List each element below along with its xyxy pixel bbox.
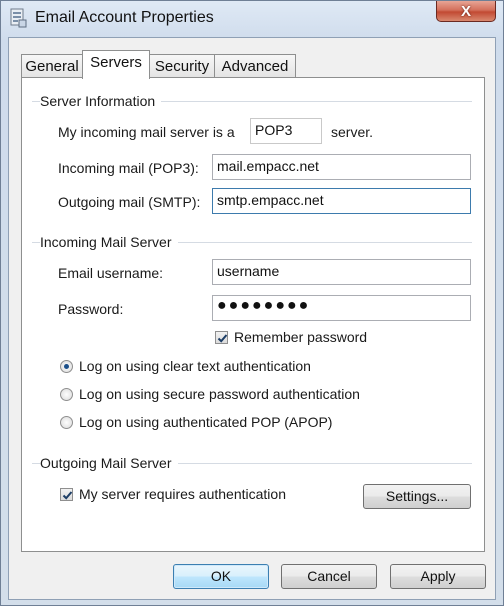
title-bar[interactable]: Email Account Properties X (1, 1, 503, 37)
incoming-server-type-field: POP3 (250, 118, 322, 144)
remember-password-checkbox[interactable] (215, 331, 228, 344)
incoming-server-type-suffix: server. (331, 124, 374, 140)
outgoing-mail-server-input[interactable]: smtp.empacc.net (212, 188, 471, 214)
tab-general[interactable]: General (21, 54, 83, 78)
settings-button[interactable]: Settings... (363, 484, 471, 509)
apop-auth-radio[interactable] (60, 416, 73, 429)
tab-advanced[interactable]: Advanced (214, 54, 296, 78)
secure-password-auth-label: Log on using secure password authenticat… (79, 386, 360, 402)
incoming-mail-server-heading: Incoming Mail Server (40, 234, 178, 250)
clear-text-auth-label: Log on using clear text authentication (79, 358, 311, 374)
server-information-heading: Server Information (40, 93, 162, 109)
outgoing-mail-server-heading: Outgoing Mail Server (40, 455, 178, 471)
close-button[interactable]: X (436, 1, 496, 22)
incoming-mail-label: Incoming mail (POP3): (58, 160, 199, 176)
apply-button[interactable]: Apply (390, 564, 486, 589)
remember-password-label: Remember password (234, 329, 368, 345)
requires-authentication-label: My server requires authentication (79, 486, 286, 502)
password-label: Password: (58, 301, 124, 317)
dialog-client-area: General Servers Security Advanced Server… (8, 37, 496, 600)
incoming-mail-server-input[interactable]: mail.empacc.net (212, 154, 471, 180)
incoming-server-type-label: My incoming mail server is a (58, 124, 235, 140)
email-account-properties-window: Email Account Properties X General Serve… (0, 0, 504, 606)
servers-tab-panel: Server Information My incoming mail serv… (21, 77, 485, 552)
account-properties-icon (9, 8, 27, 28)
email-username-input[interactable]: username (212, 259, 471, 285)
requires-authentication-checkbox[interactable] (60, 488, 73, 501)
checkmark-icon (217, 334, 228, 343)
tab-security[interactable]: Security (149, 54, 215, 78)
ok-button[interactable]: OK (173, 564, 269, 589)
clear-text-auth-radio[interactable] (60, 360, 73, 373)
checkmark-icon (62, 491, 73, 500)
apop-auth-label: Log on using authenticated POP (APOP) (79, 414, 333, 430)
cancel-button[interactable]: Cancel (281, 564, 377, 589)
close-icon: X (460, 2, 471, 20)
password-input[interactable]: ●●●●●●●● (212, 295, 471, 321)
window-title: Email Account Properties (35, 9, 214, 26)
email-username-label: Email username: (58, 265, 164, 281)
outgoing-mail-label: Outgoing mail (SMTP): (58, 194, 201, 210)
tab-servers[interactable]: Servers (82, 50, 150, 79)
secure-password-auth-radio[interactable] (60, 388, 73, 401)
